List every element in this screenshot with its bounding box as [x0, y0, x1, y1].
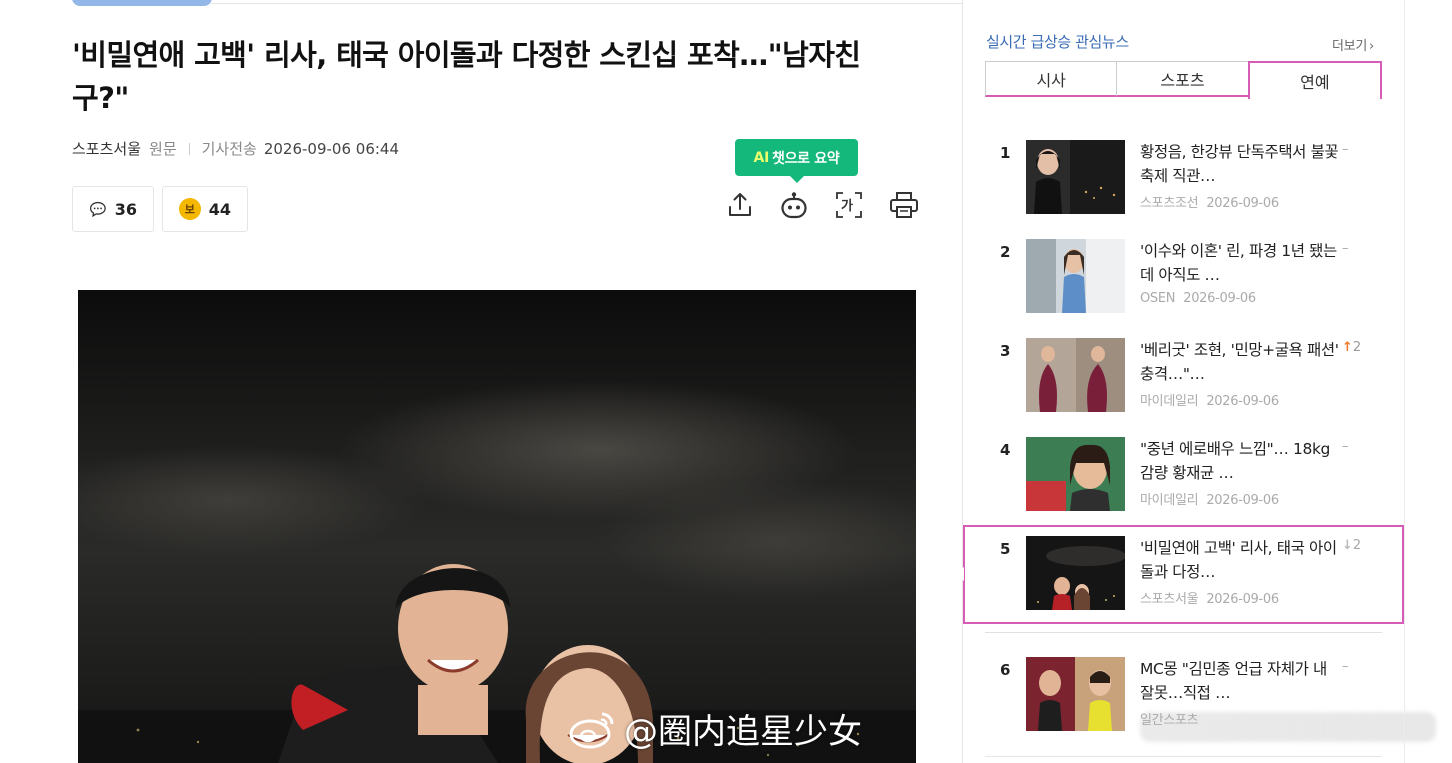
origin-link[interactable]: 원문	[149, 138, 177, 159]
news-title[interactable]: '비밀연애 고백' 리사, 태국 아이돌과 다정…	[1140, 536, 1340, 584]
rank-number: 5	[1000, 540, 1011, 558]
news-press: OSEN	[1140, 291, 1176, 306]
news-title[interactable]: MC몽 "김민종 언급 자체가 내 잘못…직접 …	[1140, 657, 1340, 705]
page: '비밀연애 고백' 리사, 태국 아이돌과 다정한 스킨십 포착…"남자친구?"…	[0, 0, 1452, 763]
rank-number: 2	[1000, 243, 1011, 261]
trending-news-title: 실시간 급상승 관심뉴스	[986, 33, 1129, 51]
rank-number: 4	[1000, 441, 1011, 459]
news-title[interactable]: '이수와 이혼' 린, 파경 1년 됐는데 아직도 …	[1140, 239, 1340, 287]
ranking-item[interactable]: 1 황정음, 한강뷰 단독주택서 불꽃축제 직관… 스포츠조선 2026-09-0…	[990, 140, 1380, 220]
news-thumbnail	[1026, 437, 1125, 511]
rank-number: 1	[1000, 144, 1011, 162]
news-info: 마이데일리 2026-09-06	[1140, 489, 1279, 508]
news-press: 마이데일리	[1140, 493, 1199, 508]
arrow-up-icon: ↑	[1342, 340, 1353, 355]
ranking-item[interactable]: 4 "중년 에로배우 느낌"… 18kg 감량 황재균 … 마이데일리 2026-…	[990, 437, 1380, 517]
rank-number: 6	[1000, 661, 1011, 679]
article-datetime: 2026-09-06 06:44	[263, 139, 399, 158]
tab-entertainment[interactable]: 연예	[1247, 61, 1382, 99]
news-press: 일간스포츠	[1140, 713, 1199, 728]
comment-icon	[89, 201, 106, 218]
news-date: 2026-09-06	[1206, 394, 1279, 409]
news-title[interactable]: "중년 에로배우 느낌"… 18kg 감량 황재균 …	[1140, 437, 1340, 485]
rank-change: –	[1342, 241, 1349, 256]
font-size-button[interactable]: 가	[832, 188, 866, 222]
article-photo	[78, 290, 916, 763]
list-divider	[985, 632, 1382, 633]
news-info: 스포츠서울 2026-09-06	[1140, 588, 1279, 607]
rank-change: –	[1342, 659, 1349, 674]
news-info: OSEN 2026-09-06	[1140, 291, 1256, 306]
ranking-item[interactable]: 3 '베리굿' 조현, '민망+굴욕 패션' 충격…"… 마이데일리 2026-0…	[990, 338, 1380, 418]
news-info: 일간스포츠	[1140, 709, 1206, 728]
news-thumbnail	[1026, 657, 1125, 731]
comment-count: 36	[114, 199, 137, 219]
news-title[interactable]: '베리굿' 조현, '민망+굴욕 패션' 충격…"…	[1140, 338, 1340, 386]
rank-change-down: ↓2	[1342, 538, 1361, 553]
rank-change-value: 2	[1352, 340, 1362, 355]
ranking-item[interactable]: 6 MC몽 "김민종 언급 자체가 내 잘못…직접 … 일간스포츠 –	[990, 657, 1380, 737]
category-tabs: 시사 스포츠 연예	[985, 61, 1382, 99]
share-button[interactable]	[723, 188, 757, 222]
article-meta: 스포츠서울 원문 기사전송 2026-09-06 06:44	[72, 138, 399, 159]
arrow-down-icon: ↓	[1342, 538, 1353, 553]
news-thumbnail	[1026, 140, 1125, 214]
rank-change-value: 2	[1352, 538, 1362, 553]
weibo-watermark: @圈内追星少女	[568, 704, 862, 753]
rank-number: 3	[1000, 342, 1011, 360]
meta-divider	[188, 142, 190, 155]
news-thumbnail	[1026, 536, 1125, 610]
news-thumbnail	[1026, 338, 1125, 412]
ai-tooltip-ai: AI	[753, 149, 770, 166]
news-date: 2026-09-06	[1183, 291, 1256, 306]
comment-button[interactable]: 36	[72, 186, 154, 232]
rank-change: –	[1342, 142, 1349, 157]
top-divider	[212, 3, 962, 4]
column-right-border	[1404, 0, 1405, 763]
news-press: 스포츠조선	[1140, 196, 1199, 211]
news-date: 2026-09-06	[1206, 196, 1279, 211]
recommend-icon: 보	[179, 198, 201, 220]
ai-tooltip-text: 챗으로 요약	[771, 150, 840, 167]
tab-sports[interactable]: 스포츠	[1116, 61, 1248, 97]
watermark-text: @圈内追星少女	[624, 712, 862, 752]
news-thumbnail	[1026, 239, 1125, 313]
rank-change-up: ↑2	[1342, 340, 1361, 355]
column-divider	[962, 0, 963, 763]
news-press: 스포츠서울	[1140, 592, 1199, 607]
news-info: 스포츠조선 2026-09-06	[1140, 192, 1279, 211]
news-date: 2026-09-06	[1206, 493, 1279, 508]
ai-summary-tooltip: AI 챗으로 요약	[735, 139, 858, 183]
rank-change: –	[1342, 439, 1349, 454]
article-headline: '비밀연애 고백' 리사, 태국 아이돌과 다정한 스킨십 포착…"남자친구?"	[72, 38, 861, 115]
ai-summary-button[interactable]	[777, 188, 811, 222]
tab-current-affairs[interactable]: 시사	[985, 61, 1117, 97]
sent-label: 기사전송	[201, 140, 257, 158]
font-size-glyph: 가	[841, 199, 853, 214]
recommend-button[interactable]: 보 44	[162, 186, 248, 232]
share-icon	[729, 193, 751, 216]
list-divider	[985, 756, 1382, 757]
press-name[interactable]: 스포츠서울	[72, 138, 141, 159]
ranking-item-current[interactable]: 5 '비밀연애 고백' 리사, 태국 아이돌과 다정… 스포츠서울 2026-09…	[990, 536, 1380, 616]
news-info: 마이데일리 2026-09-06	[1140, 390, 1279, 409]
recommend-count: 44	[208, 199, 231, 219]
site-logo[interactable]	[72, 0, 212, 6]
ranking-item[interactable]: 2 '이수와 이혼' 린, 파경 1년 됐는데 아직도 … OSEN 2026-0…	[990, 239, 1380, 319]
weibo-logo-icon	[569, 712, 614, 748]
robot-icon	[781, 192, 807, 219]
news-press: 마이데일리	[1140, 394, 1199, 409]
news-date: 2026-09-06	[1206, 592, 1279, 607]
news-title[interactable]: 황정음, 한강뷰 단독주택서 불꽃축제 직관…	[1140, 140, 1340, 188]
print-icon	[890, 192, 918, 218]
photo-art	[78, 290, 916, 763]
more-link[interactable]: 더보기	[1332, 35, 1374, 54]
print-button[interactable]	[887, 188, 921, 222]
